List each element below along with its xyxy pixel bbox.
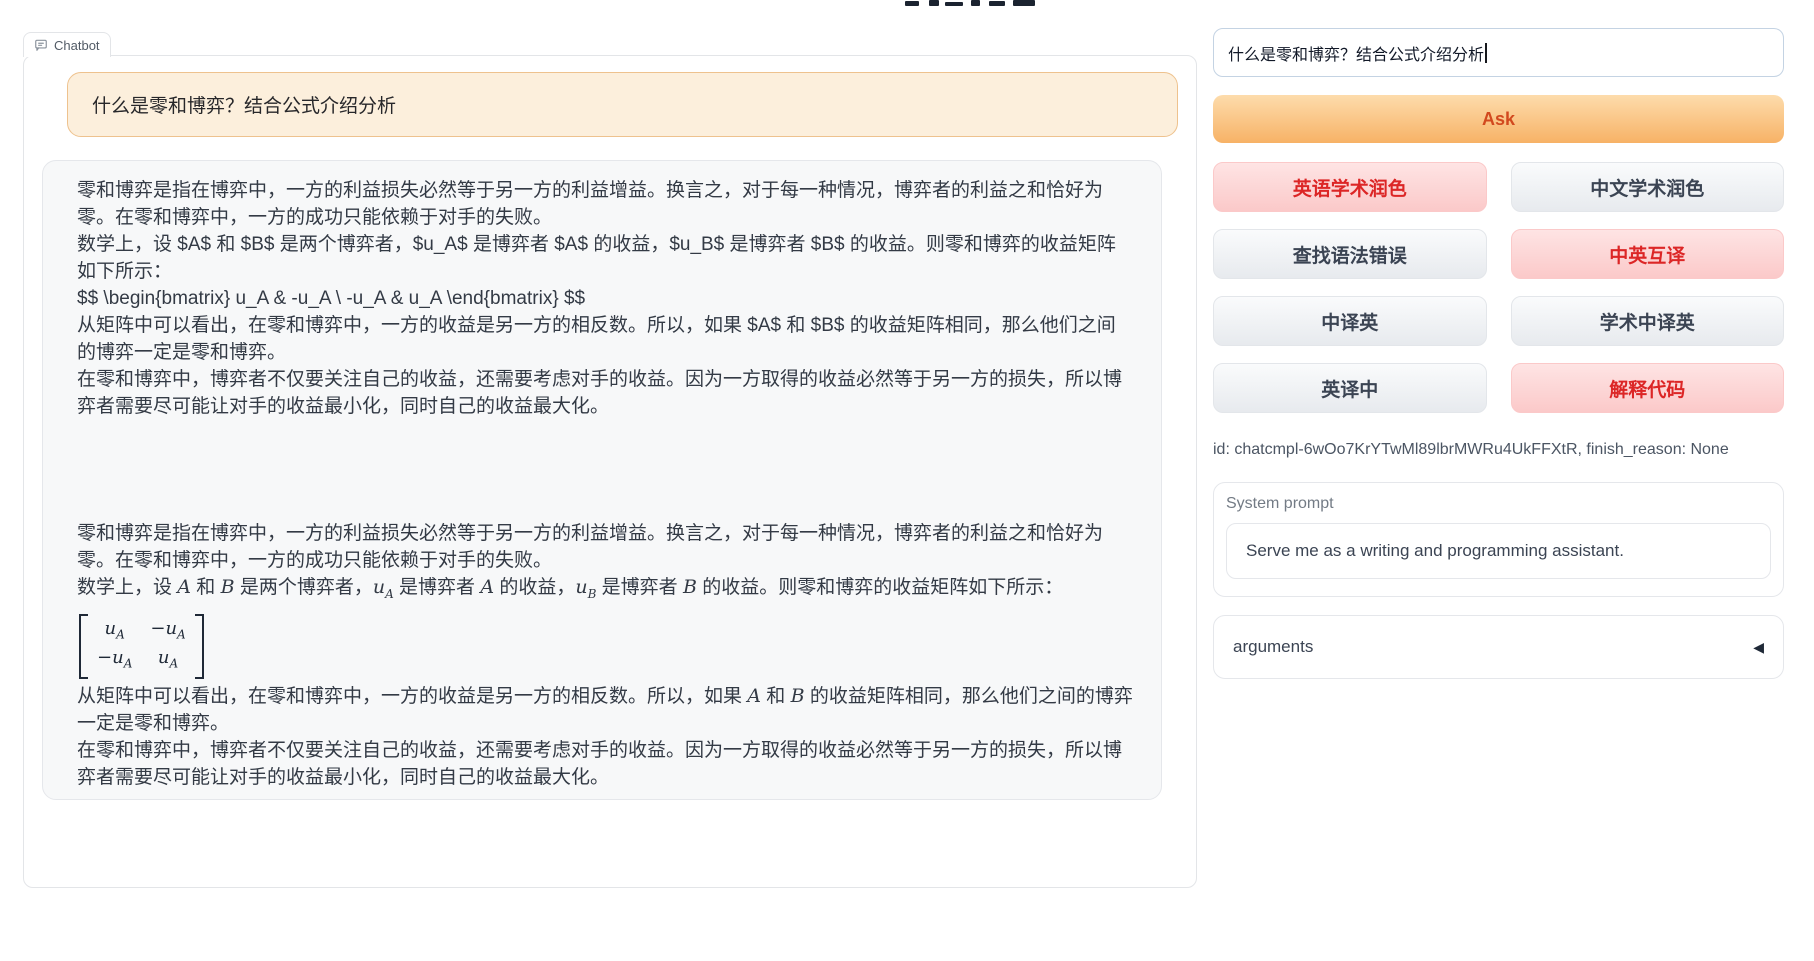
button-find-grammar-errors[interactable]: 查找语法错误 [1213,229,1487,279]
matrix-left-bracket [79,614,88,679]
matrix-right-bracket [195,614,204,679]
chatbot-label-text: Chatbot [54,38,100,53]
bot-raw-paragraph: 在零和博弈中，博弈者不仅要关注自己的收益，还需要考虑对手的收益。因为一方取得的收… [77,366,1133,420]
matrix-cell: uA [105,617,125,647]
text-cursor [1485,43,1487,63]
bot-message: 零和博弈是指在博弈中，一方的利益损失必然等于另一方的利益增益。换言之，对于每一种… [42,160,1162,800]
bot-rendered-paragraph: 零和博弈是指在博弈中，一方的利益损失必然等于另一方的利益增益。换言之，对于每一种… [77,520,1133,574]
button-chinese-academic-polish[interactable]: 中文学术润色 [1511,162,1785,212]
bot-raw-paragraph: 零和博弈是指在博弈中，一方的利益损失必然等于另一方的利益增益。换言之，对于每一种… [77,177,1133,231]
app-root: Chatbot 什么是零和博弈？结合公式介绍分析 零和博弈是指在博弈中，一方的利… [0,0,1814,961]
quick-actions-grid: 英语学术润色 中文学术润色 查找语法错误 中英互译 中译英 学术中译英 英译中 … [1213,162,1784,413]
bot-raw-paragraph: 数学上，设 $A$ 和 $B$ 是两个博弈者，$u_A$ 是博弈者 $A$ 的收… [77,231,1133,285]
button-english-academic-polish[interactable]: 英语学术润色 [1213,162,1487,212]
matrix-cell: −uA [150,617,185,647]
arguments-accordion[interactable]: arguments ◀ [1213,615,1784,679]
system-prompt-input[interactable]: Serve me as a writing and programming as… [1226,523,1771,579]
button-chinese-to-english[interactable]: 中译英 [1213,296,1487,346]
ask-button[interactable]: Ask [1213,95,1784,143]
system-prompt-card: System prompt Serve me as a writing and … [1213,482,1784,597]
arguments-accordion-label: arguments [1233,637,1313,657]
bot-rendered-paragraph: 数学上，设 A 和 B 是两个博弈者，uA 是博弈者 A 的收益，uB 是博弈者… [77,574,1133,608]
bot-raw-paragraph: 从矩阵中可以看出，在零和博弈中，一方的收益是另一方的相反数。所以，如果 $A$ … [77,312,1133,366]
question-input-value: 什么是零和博弈？结合公式介绍分析 [1228,41,1484,65]
bot-raw-latex-formula: $$ \begin{bmatrix} u_A & -u_A \ -u_A & u… [77,285,1133,312]
matrix-cell: −uA [97,646,132,676]
collapsed-triangle-icon: ◀ [1753,640,1764,654]
clipped-page-title [905,0,1050,8]
user-message: 什么是零和博弈？结合公式介绍分析 [67,72,1178,137]
button-academic-chinese-to-english[interactable]: 学术中译英 [1511,296,1785,346]
button-zh-en-mutual-translation[interactable]: 中英互译 [1511,229,1785,279]
bot-message-raw-markdown: 零和博弈是指在博弈中，一方的利益损失必然等于另一方的利益增益。换言之，对于每一种… [77,177,1133,420]
matrix-cells: uA −uA −uA uA [88,614,195,679]
bot-message-rendered: 零和博弈是指在博弈中，一方的利益损失必然等于另一方的利益增益。换言之，对于每一种… [77,520,1133,791]
system-prompt-label: System prompt [1226,495,1769,513]
response-status-line: id: chatcmpl-6wOo7KrYTwMl89lbrMWRu4UkFFX… [1213,441,1784,459]
button-explain-code[interactable]: 解释代码 [1511,363,1785,413]
matrix-cell: uA [158,646,178,676]
chat-bubble-icon [34,38,48,52]
payoff-matrix: uA −uA −uA uA [79,614,204,679]
bot-rendered-paragraph: 在零和博弈中，博弈者不仅要关注自己的收益，还需要考虑对手的收益。因为一方取得的收… [77,737,1133,791]
bot-rendered-paragraph: 从矩阵中可以看出，在零和博弈中，一方的收益是另一方的相反数。所以，如果 A 和 … [77,683,1133,737]
question-input[interactable]: 什么是零和博弈？结合公式介绍分析 [1213,28,1784,77]
user-message-text: 什么是零和博弈？结合公式介绍分析 [92,91,396,118]
system-prompt-value: Serve me as a writing and programming as… [1246,541,1624,561]
button-english-to-chinese[interactable]: 英译中 [1213,363,1487,413]
chatbot-label: Chatbot [23,32,111,57]
